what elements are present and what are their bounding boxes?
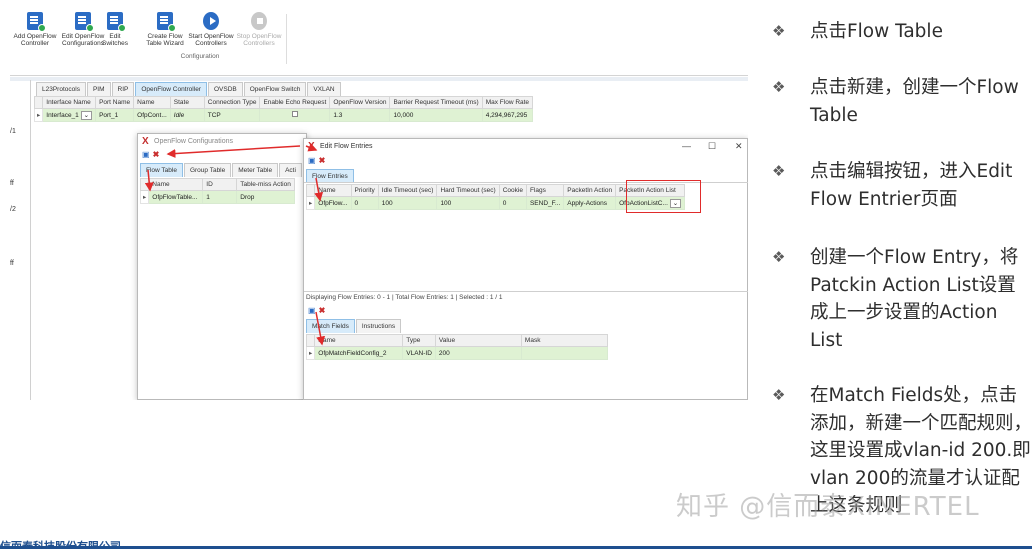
arrow-to-new-icon [166,145,301,159]
screenshot-region: Add OpenFlow Controller Edit OpenFlow Co… [0,0,748,400]
note-item: ❖ 点击Flow Table [772,18,1032,46]
note-item: ❖ 点击编辑按钮，进入Edit Flow Entrier页面 [772,158,1032,213]
note-item: ❖ 创建一个Flow Entry，将Patckin Action List设置成… [772,244,1032,354]
note-text: 点击新建，创建一个Flow Table [810,77,1019,126]
arrow-to-match-fields [315,311,326,346]
bullet-icon: ❖ [772,78,786,96]
note-text: 点击编辑按钮，进入Edit Flow Entrier页面 [810,161,1013,210]
note-text: 创建一个Flow Entry，将Patckin Action List设置成上一… [810,247,1019,351]
bullet-icon: ❖ [772,162,786,180]
bullet-icon: ❖ [772,22,786,40]
arrow-to-flow-table-tab [144,169,154,192]
note-item: ❖ 点击新建，创建一个Flow Table [772,74,1032,129]
note-text: 点击Flow Table [810,21,943,42]
watermark: 知乎 @信而泰XINERTEL [676,492,980,522]
arrow-to-flow-entry [314,177,324,202]
annotation-arrows [144,143,326,346]
bullet-icon: ❖ [772,248,786,266]
bullet-icon: ❖ [772,386,786,404]
arrow-to-edit-window [305,143,318,152]
